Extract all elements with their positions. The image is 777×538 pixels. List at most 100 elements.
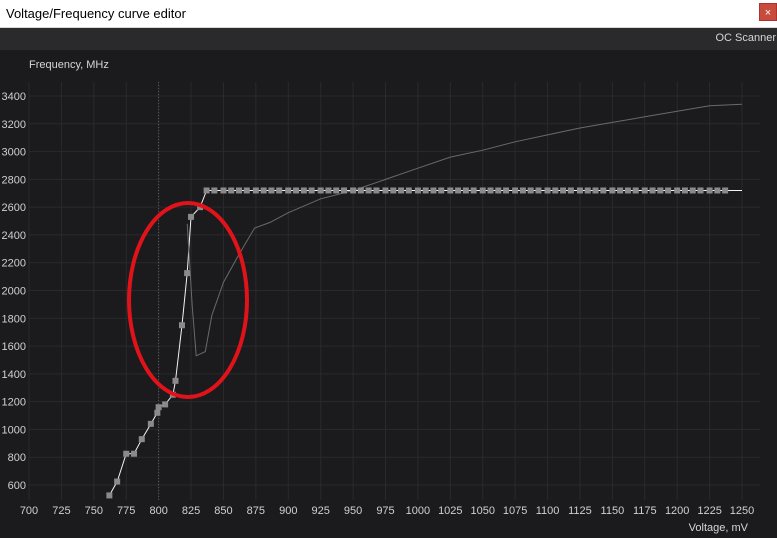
window-titlebar: Voltage/Frequency curve editor × [0, 0, 777, 28]
curve-point-handle[interactable] [114, 478, 121, 485]
close-button[interactable]: × [759, 3, 777, 21]
curve-point-handle[interactable] [527, 187, 534, 194]
curve-point-handle[interactable] [689, 187, 696, 194]
curve-point-handle[interactable] [455, 187, 462, 194]
curve-point-handle[interactable] [350, 187, 357, 194]
curve-point-handle[interactable] [373, 187, 380, 194]
curve-point-handle[interactable] [260, 187, 267, 194]
curve-point-handle[interactable] [276, 187, 283, 194]
curve-point-handle[interactable] [576, 187, 583, 194]
curve-point-handle[interactable] [268, 187, 275, 194]
curve-point-handle[interactable] [470, 187, 477, 194]
curve-point-handle[interactable] [154, 409, 161, 416]
curve-point-handle[interactable] [535, 187, 542, 194]
curve-point-handle[interactable] [681, 187, 688, 194]
curve-point-handle[interactable] [172, 377, 179, 384]
curve-point-handle[interactable] [438, 187, 445, 194]
chart-area[interactable]: 600 800 1000 1200 1400 1600 1800 2000 2200 2400 26… [0, 50, 777, 538]
vf-curve-chart[interactable]: 600 800 1000 1200 1400 1600 1800 2000 2200 2400 26… [0, 50, 777, 538]
y-tick-label: 2600 [2, 202, 26, 214]
curve-point-handle[interactable] [609, 187, 616, 194]
curve-point-handle[interactable] [649, 187, 656, 194]
curve-point-handle[interactable] [706, 187, 713, 194]
curve-point-handle[interactable] [333, 187, 340, 194]
x-tick-label: 1025 [438, 505, 462, 517]
curve-point-handle[interactable] [430, 187, 437, 194]
y-tick-label: 1800 [2, 313, 26, 325]
curve-point-handle[interactable] [422, 187, 429, 194]
y-tick-label: 1400 [2, 369, 26, 381]
curve-point-handle[interactable] [162, 401, 169, 408]
curve-point-handle[interactable] [479, 187, 486, 194]
curve-point-handle[interactable] [220, 187, 227, 194]
curve-point-handle[interactable] [211, 187, 218, 194]
curve-point-handle[interactable] [357, 187, 364, 194]
y-tick-label: 3000 [2, 147, 26, 159]
curve-point-handle[interactable] [414, 187, 421, 194]
curve-point-handle[interactable] [285, 187, 292, 194]
curve-point-handle[interactable] [293, 187, 300, 194]
x-tick-label: 1150 [601, 505, 625, 517]
curve-point-handle[interactable] [487, 187, 494, 194]
curve-point-handle[interactable] [503, 187, 510, 194]
x-tick-label: 1075 [503, 505, 527, 517]
curve-point-handle[interactable] [495, 187, 502, 194]
x-tick-label: 700 [20, 505, 38, 517]
curve-point-handle[interactable] [300, 187, 307, 194]
curve-point-handle[interactable] [544, 187, 551, 194]
curve-point-handle[interactable] [178, 322, 185, 329]
curve-point-handle[interactable] [390, 187, 397, 194]
curve-point-handle[interactable] [641, 187, 648, 194]
curve-point-handle[interactable] [138, 436, 145, 443]
curve-point-handle[interactable] [560, 187, 567, 194]
oc-scanner-button[interactable]: OC Scanner [715, 32, 776, 44]
curve-point-handle[interactable] [462, 187, 469, 194]
y-tick-label: 800 [8, 452, 26, 464]
curve-point-handle[interactable] [405, 187, 412, 194]
x-tick-label: 1225 [697, 505, 721, 517]
curve-point-handle[interactable] [317, 187, 324, 194]
curve-point-handle[interactable] [243, 187, 250, 194]
curve-point-handle[interactable] [188, 213, 195, 220]
curve-point-handle[interactable] [398, 187, 405, 194]
y-axis-label: Frequency, MHz [29, 59, 109, 71]
curve-point-handle[interactable] [665, 187, 672, 194]
curve-point-handle[interactable] [592, 187, 599, 194]
x-tick-label: 725 [52, 505, 70, 517]
curve-point-handle[interactable] [519, 187, 526, 194]
curve-point-handle[interactable] [341, 187, 348, 194]
curve-point-handle[interactable] [308, 187, 315, 194]
x-tick-label: 825 [182, 505, 200, 517]
y-tick-label: 1600 [2, 341, 26, 353]
curve-point-handle[interactable] [184, 270, 191, 277]
curve-point-handle[interactable] [567, 187, 574, 194]
curve-point-handle[interactable] [123, 450, 130, 457]
curve-point-handle[interactable] [617, 187, 624, 194]
curve-point-handle[interactable] [106, 492, 113, 499]
curve-point-handle[interactable] [657, 187, 664, 194]
curve-point-handle[interactable] [228, 187, 235, 194]
curve-point-handle[interactable] [131, 450, 138, 457]
curve-point-handle[interactable] [624, 187, 631, 194]
curve-point-handle[interactable] [203, 187, 210, 194]
curve-point-handle[interactable] [325, 187, 332, 194]
window-title: Voltage/Frequency curve editor [6, 6, 186, 21]
curve-point-handle[interactable] [365, 187, 372, 194]
curve-point-handle[interactable] [447, 187, 454, 194]
curve-point-handle[interactable] [632, 187, 639, 194]
curve-point-handle[interactable] [552, 187, 559, 194]
curve-point-handle[interactable] [512, 187, 519, 194]
curve-point-handle[interactable] [722, 187, 729, 194]
y-tick-label: 1200 [2, 397, 26, 409]
curve-point-handle[interactable] [236, 187, 243, 194]
curve-point-handle[interactable] [155, 404, 162, 411]
curve-point-handle[interactable] [252, 187, 259, 194]
current-vf-curve-line [108, 190, 742, 496]
curve-point-handle[interactable] [147, 420, 154, 427]
curve-point-handle[interactable] [600, 187, 607, 194]
curve-point-handle[interactable] [382, 187, 389, 194]
curve-point-handle[interactable] [584, 187, 591, 194]
curve-point-handle[interactable] [674, 187, 681, 194]
curve-point-handle[interactable] [714, 187, 721, 194]
curve-point-handle[interactable] [697, 187, 704, 194]
